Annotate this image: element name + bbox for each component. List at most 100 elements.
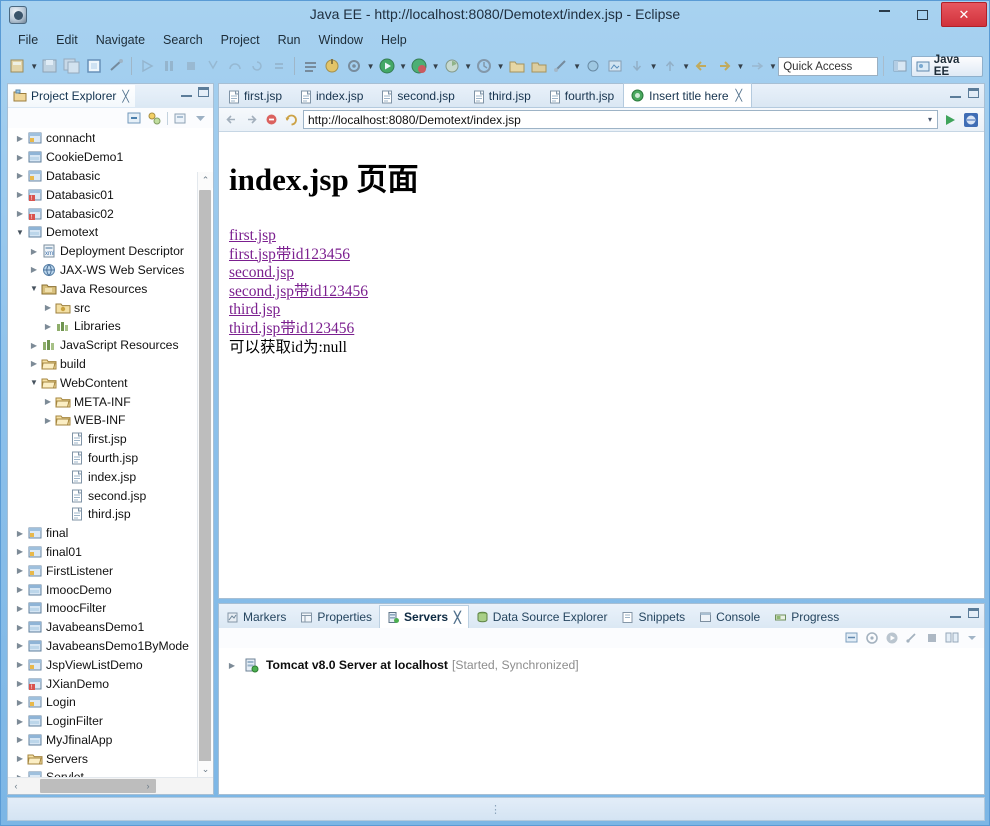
minimize-view-icon[interactable] xyxy=(181,88,192,97)
publish-icon[interactable] xyxy=(945,631,959,645)
minimize-button[interactable] xyxy=(865,3,903,27)
new-folder-icon[interactable] xyxy=(507,56,527,76)
forward-icon[interactable] xyxy=(714,56,734,76)
perspective-java-ee-button[interactable]: Java EE xyxy=(910,54,983,78)
next-annotation-icon[interactable] xyxy=(660,56,680,76)
expand-arrow-icon[interactable]: ▶ xyxy=(13,566,27,575)
tree-item-third-jsp[interactable]: third.jsp xyxy=(8,505,213,524)
focus-on-active-task-icon[interactable] xyxy=(173,111,188,126)
step-into-icon[interactable] xyxy=(203,56,223,76)
bottom-tab-console[interactable]: Console xyxy=(692,606,767,628)
back-icon[interactable] xyxy=(692,56,712,76)
expand-arrow-icon[interactable]: ▶ xyxy=(13,717,27,726)
menu-run[interactable]: Run xyxy=(269,31,310,49)
open-in-external-browser-icon[interactable] xyxy=(962,111,980,129)
url-input[interactable]: http://localhost:8080/Demotext/index.jsp… xyxy=(303,110,938,129)
tree-item-fourth-jsp[interactable]: fourth.jsp xyxy=(8,449,213,468)
tree-item-imoocfilter[interactable]: ▶ ImoocFilter xyxy=(8,599,213,618)
tree-item-jspviewlistdemo[interactable]: ▶ JspViewListDemo xyxy=(8,655,213,674)
expand-arrow-icon[interactable]: ▶ xyxy=(13,529,27,538)
editor-tab-index-jsp[interactable]: index.jsp xyxy=(291,85,372,107)
scroll-up-icon[interactable]: ⌃ xyxy=(198,172,213,188)
next-annotation-dropdown-icon[interactable]: ▼ xyxy=(681,57,691,75)
collapse-arrow-icon[interactable]: ▼ xyxy=(27,378,41,387)
resume-icon[interactable] xyxy=(137,56,157,76)
tree-item-jxiandemo[interactable]: ▶! JXianDemo xyxy=(8,674,213,693)
menu-file[interactable]: File xyxy=(9,31,47,49)
editor-tab-insert-title-here[interactable]: Insert title here ╳ xyxy=(623,83,753,107)
debug-icon[interactable] xyxy=(409,56,429,76)
editor-tab-first-jsp[interactable]: first.jsp xyxy=(219,85,291,107)
maximize-editor-icon[interactable] xyxy=(968,88,979,98)
previous-annotation-icon[interactable] xyxy=(627,56,647,76)
maximize-view-icon[interactable] xyxy=(968,608,979,618)
expand-arrow-icon[interactable]: ▶ xyxy=(41,397,55,406)
save-all-icon[interactable] xyxy=(62,56,82,76)
page-link[interactable]: third.jsp xyxy=(229,301,984,320)
tree-item-demotext[interactable]: ▼ Demotext xyxy=(8,223,213,242)
expand-arrow-icon[interactable]: ▶ xyxy=(13,153,27,162)
tree-item-databasic01[interactable]: ▶! Databasic01 xyxy=(8,185,213,204)
tree-item-connacht[interactable]: ▶ connacht xyxy=(8,129,213,148)
tree-item-loginfilter[interactable]: ▶ LoginFilter xyxy=(8,712,213,731)
last-edit-location-icon[interactable] xyxy=(747,56,767,76)
run-dropdown-icon[interactable]: ▼ xyxy=(398,57,408,75)
expand-arrow-icon[interactable]: ▶ xyxy=(41,303,55,312)
tree-item-login[interactable]: ▶ Login xyxy=(8,693,213,712)
collapse-arrow-icon[interactable]: ▼ xyxy=(13,228,27,237)
tree-item-java-resources[interactable]: ▼ Java Resources xyxy=(8,279,213,298)
profile-icon[interactable] xyxy=(442,56,462,76)
build-icon[interactable] xyxy=(322,56,342,76)
link-icon[interactable] xyxy=(106,56,126,76)
debug-dropdown-icon[interactable]: ▼ xyxy=(430,57,440,75)
scroll-right-icon[interactable]: › xyxy=(140,778,156,794)
maximize-button[interactable] xyxy=(903,3,941,27)
minimize-editor-icon[interactable] xyxy=(950,89,961,98)
new-jsp-file-icon[interactable] xyxy=(84,56,104,76)
tree-item-src[interactable]: ▶ src xyxy=(8,298,213,317)
tree-item-javascript-resources[interactable]: ▶ JavaScript Resources xyxy=(8,336,213,355)
expand-arrow-icon[interactable]: ▶ xyxy=(27,265,41,274)
editor-tab-second-jsp[interactable]: second.jsp xyxy=(372,85,463,107)
run-icon[interactable] xyxy=(377,56,397,76)
tab-project-explorer[interactable]: Project Explorer ╳ xyxy=(8,85,135,107)
page-link[interactable]: first.jsp xyxy=(229,227,984,246)
expand-arrow-icon[interactable]: ▶ xyxy=(13,754,27,763)
menu-window[interactable]: Window xyxy=(310,31,372,49)
servers-list[interactable]: ▶ Tomcat v8.0 Server at localhost [Start… xyxy=(219,648,984,794)
h-scrollbar-thumb[interactable] xyxy=(40,779,156,793)
run-last-dropdown-icon[interactable]: ▼ xyxy=(495,57,505,75)
scrollbar-thumb[interactable] xyxy=(199,190,211,794)
search-icon[interactable] xyxy=(583,56,603,76)
menu-help[interactable]: Help xyxy=(372,31,416,49)
expand-arrow-icon[interactable]: ▶ xyxy=(13,604,27,613)
tree-item-servers[interactable]: ▶ Servers xyxy=(8,749,213,768)
close-button[interactable]: ✕ xyxy=(941,2,987,27)
maximize-view-icon[interactable] xyxy=(198,87,209,97)
page-link[interactable]: first.jsp带id123456 xyxy=(229,246,984,265)
expand-arrow-icon[interactable]: ▶ xyxy=(13,660,27,669)
back-icon[interactable] xyxy=(223,111,240,128)
close-icon[interactable]: ╳ xyxy=(122,90,129,103)
new-wizard-icon[interactable] xyxy=(8,56,28,76)
previous-annotation-dropdown-icon[interactable]: ▼ xyxy=(648,57,658,75)
expand-arrow-icon[interactable]: ▶ xyxy=(13,190,27,199)
menu-project[interactable]: Project xyxy=(212,31,269,49)
tree-item-second-jsp[interactable]: second.jsp xyxy=(8,486,213,505)
new-wizard-dropdown-icon[interactable]: ▼ xyxy=(29,57,39,75)
view-menu-icon[interactable] xyxy=(193,111,208,126)
java-browsing-icon[interactable] xyxy=(605,56,625,76)
expand-arrow-icon[interactable]: ▶ xyxy=(27,359,41,368)
expand-arrow-icon[interactable]: ▶ xyxy=(13,735,27,744)
collapse-all-icon[interactable] xyxy=(127,111,142,126)
expand-arrow-icon[interactable]: ▶ xyxy=(27,247,41,256)
bottom-tab-markers[interactable]: Markers xyxy=(219,606,293,628)
editor-tab-third-jsp[interactable]: third.jsp xyxy=(464,85,540,107)
pause-icon[interactable] xyxy=(159,56,179,76)
debug-server-icon[interactable] xyxy=(865,631,879,645)
refresh-icon[interactable] xyxy=(283,111,300,128)
open-task-dropdown-icon[interactable]: ▼ xyxy=(572,57,582,75)
tree-item-libraries[interactable]: ▶ Libraries xyxy=(8,317,213,336)
terminate-icon[interactable] xyxy=(181,56,201,76)
new-server-icon[interactable] xyxy=(845,631,859,645)
